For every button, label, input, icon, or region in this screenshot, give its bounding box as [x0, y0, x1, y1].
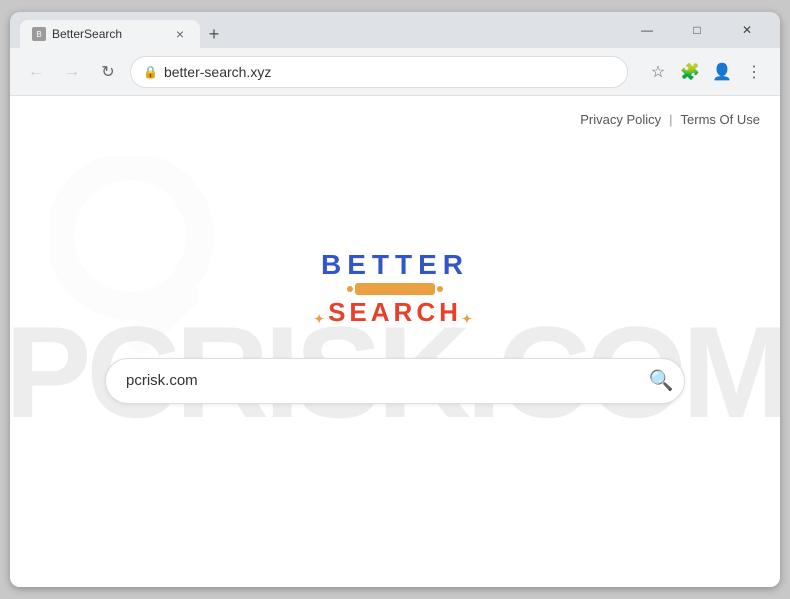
tab-bar: B BetterSearch × + [20, 12, 624, 48]
tab-favicon: B [32, 27, 46, 41]
url-text: better-search.xyz [164, 64, 615, 80]
top-links: Privacy Policy | Terms Of Use [580, 112, 760, 127]
profile-button[interactable]: 👤 [708, 58, 736, 86]
new-tab-button[interactable]: + [200, 20, 228, 48]
logo-better-text: BETTER [321, 249, 469, 281]
browser-window: B BetterSearch × + — □ ✕ ← → ↻ 🔒 better-… [10, 12, 780, 587]
search-icon: 🔍 [649, 368, 674, 393]
links-divider: | [669, 112, 672, 127]
tab-title: BetterSearch [52, 27, 166, 41]
window-controls: — □ ✕ [624, 14, 770, 46]
title-bar: B BetterSearch × + — □ ✕ [10, 12, 780, 48]
back-button[interactable]: ← [22, 58, 50, 86]
minimize-button[interactable]: — [624, 14, 670, 46]
address-bar-area: ← → ↻ 🔒 better-search.xyz ☆ 🧩 👤 ⋮ [10, 48, 780, 96]
close-tab-button[interactable]: × [172, 26, 188, 42]
close-window-button[interactable]: ✕ [724, 14, 770, 46]
extensions-button[interactable]: 🧩 [676, 58, 704, 86]
menu-button[interactable]: ⋮ [740, 58, 768, 86]
lock-icon: 🔒 [143, 65, 158, 79]
logo-bar [355, 283, 435, 295]
terms-of-use-link[interactable]: Terms Of Use [681, 112, 760, 127]
search-area: BETTER SEARCH 🔍 [105, 249, 685, 404]
maximize-button[interactable]: □ [674, 14, 720, 46]
logo-bar-dot-right [437, 286, 443, 292]
logo-search-text: SEARCH [328, 297, 462, 328]
address-actions: ☆ 🧩 👤 ⋮ [644, 58, 768, 86]
privacy-policy-link[interactable]: Privacy Policy [580, 112, 661, 127]
search-input[interactable] [105, 358, 685, 404]
logo-bar-dot-left [347, 286, 353, 292]
bookmark-button[interactable]: ☆ [644, 58, 672, 86]
reload-button[interactable]: ↻ [94, 58, 122, 86]
search-box-container: 🔍 [105, 358, 685, 404]
forward-button[interactable]: → [58, 58, 86, 86]
search-button[interactable]: 🔍 [643, 363, 679, 399]
address-bar[interactable]: 🔒 better-search.xyz [130, 56, 628, 88]
logo-container: BETTER SEARCH [321, 249, 469, 328]
page-content: PCRISK.COM Privacy Policy | Terms Of Use… [10, 96, 780, 587]
active-tab[interactable]: B BetterSearch × [20, 20, 200, 48]
